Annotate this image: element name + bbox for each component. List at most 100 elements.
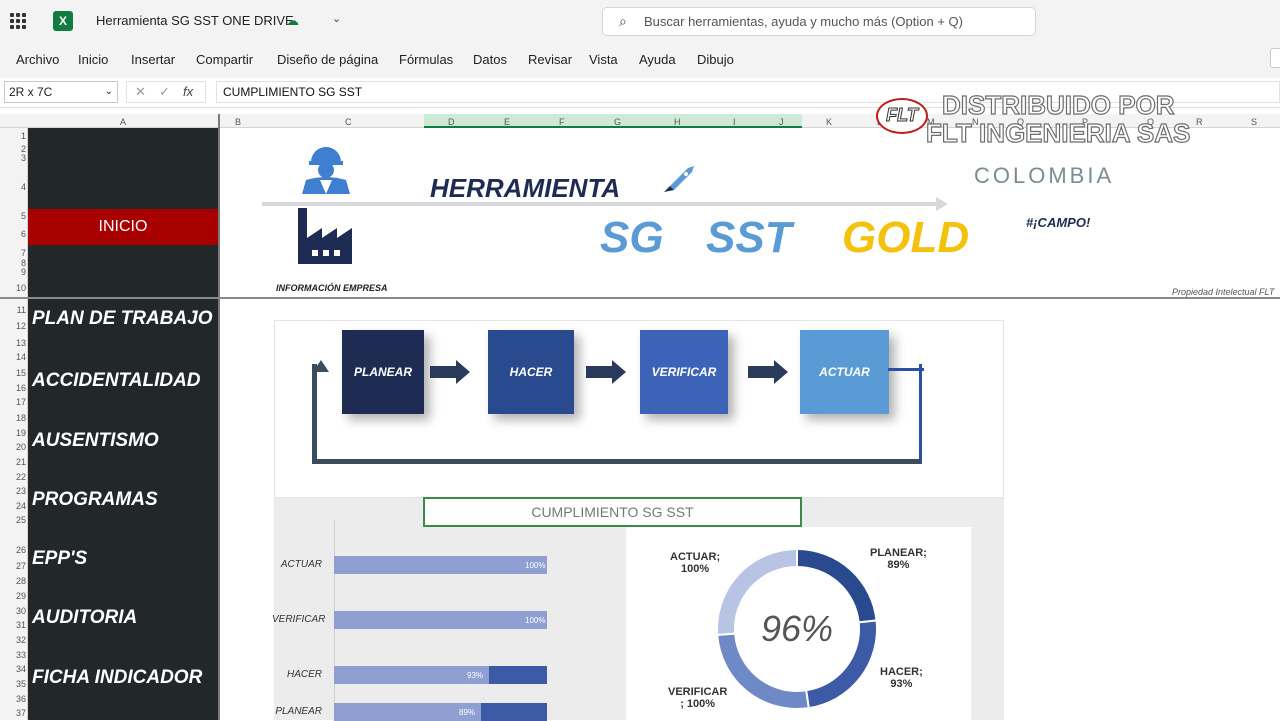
row-header-cell[interactable]: 1 [0,131,26,141]
bar-mark[interactable] [334,611,547,629]
factory-icon[interactable] [296,208,354,266]
menu-insertar[interactable]: Insertar [131,52,175,67]
column-header-cell[interactable]: F [559,117,565,127]
sidebar-item-accidentalidad[interactable]: ACCIDENTALIDAD [32,370,201,392]
rocket-icon [664,166,694,192]
row-header-cell[interactable]: 12 [0,321,26,331]
row-header-cell[interactable]: 27 [0,561,26,571]
column-header-cell[interactable]: K [826,117,832,127]
row-header-cell[interactable]: 34 [0,664,26,674]
sidebar-item-plan-de-trabajo[interactable]: PLAN DE TRABAJO [32,308,213,330]
row-header-cell[interactable]: 24 [0,501,26,511]
worker-icon[interactable] [298,140,354,194]
search-input[interactable]: ⌕ Buscar herramientas, ayuda y mucho más… [602,7,1036,36]
row-header-cell[interactable]: 29 [0,591,26,601]
campo-tag: #¡CAMPO! [1026,215,1091,230]
column-header-cell[interactable]: S [1251,117,1257,127]
row-header-cell[interactable]: 21 [0,457,26,467]
watermark-line1: DISTRIBUIDO POR [941,89,1175,120]
pdca-planear[interactable]: PLANEAR [342,330,424,414]
informacion-empresa-link[interactable]: INFORMACIÓN EMPRESA [276,283,388,293]
menu-datos[interactable]: Datos [473,52,507,67]
column-selection-highlight [424,114,802,128]
row-header-cell[interactable]: 17 [0,397,26,407]
row-header-cell[interactable]: 25 [0,515,26,525]
bar-mark[interactable] [334,556,547,574]
column-header-cell[interactable]: J [779,117,784,127]
chevron-down-icon[interactable]: ⌄ [105,82,113,102]
column-header-cell[interactable]: H [674,117,681,127]
banner-arrow [262,202,940,206]
menu-ayuda[interactable]: Ayuda [639,52,676,67]
column-header-cell[interactable]: C [345,117,352,127]
row-header-cell[interactable]: 6 [0,229,26,239]
row-header-cell[interactable]: 3 [0,153,26,163]
row-header-cell[interactable]: 35 [0,679,26,689]
ribbon-toggle-button[interactable] [1270,48,1280,68]
bar-mark[interactable] [334,666,489,684]
row-header-cell[interactable]: 4 [0,182,26,192]
row-header-cell[interactable]: 19 [0,428,26,438]
menu-archivo[interactable]: Archivo [16,52,59,67]
sidebar-item-auditoria[interactable]: AUDITORIA [32,607,137,629]
pdca-hacer[interactable]: HACER [488,330,574,414]
menu-dibujo[interactable]: Dibujo [697,52,734,67]
row-header-cell[interactable]: 13 [0,338,26,348]
row-header-cell[interactable]: 11 [0,305,26,315]
column-header-cell[interactable]: R [1196,117,1203,127]
donut-center-label: 96% [761,608,833,649]
row-header-cell[interactable]: 32 [0,635,26,645]
cancel-icon[interactable]: ✕ [135,82,146,102]
column-header-cell[interactable]: D [448,117,455,127]
chevron-down-icon[interactable]: ⌄ [332,12,341,25]
row-header-cell[interactable]: 37 [0,708,26,718]
row-header-cell[interactable]: 36 [0,694,26,704]
menu-inicio[interactable]: Inicio [78,52,108,67]
row-header-cell[interactable]: 18 [0,413,26,423]
row-header-cell[interactable]: 10 [0,283,26,293]
fx-icon[interactable]: fx [183,82,193,102]
row-header-cell[interactable]: 28 [0,576,26,586]
donut-chart: 96% [716,548,878,710]
inicio-button[interactable]: INICIO [28,209,218,245]
cloud-sync-icon[interactable]: ☁ [286,13,299,29]
column-header-cell[interactable]: G [614,117,621,127]
menu-vista[interactable]: Vista [589,52,618,67]
cumplimiento-title[interactable]: CUMPLIMIENTO SG SST [423,497,802,527]
row-header-cell[interactable]: 30 [0,606,26,616]
row-header-cell[interactable]: 20 [0,442,26,452]
column-header-cell[interactable]: B [235,117,241,127]
pdca-verificar[interactable]: VERIFICAR [640,330,728,414]
excel-logo-icon: X [53,11,73,31]
menu-compartir[interactable]: Compartir [196,52,253,67]
sidebar-item-programas[interactable]: PROGRAMAS [32,489,158,511]
row-header-cell[interactable]: 14 [0,352,26,362]
column-header-cell[interactable]: A [120,117,126,127]
column-header-cell[interactable]: I [733,117,736,127]
sidebar-item-epps[interactable]: EPP'S [32,548,87,570]
menu-revisar[interactable]: Revisar [528,52,572,67]
banner-arrow-head [936,197,948,211]
donut-data-label: ACTUAR; 100% [670,551,721,575]
row-header-cell[interactable]: 16 [0,383,26,393]
row-header-cell[interactable]: 15 [0,368,26,378]
menu-diseno[interactable]: Diseño de página [277,52,378,67]
bar-category-label: HACER [286,669,322,680]
column-header-cell[interactable]: E [504,117,510,127]
name-box[interactable]: 2R x 7C ⌄ [4,81,118,103]
menu-formulas[interactable]: Fórmulas [399,52,453,67]
row-header-cell[interactable]: 7 [0,248,26,258]
waffle-icon[interactable] [10,13,26,29]
row-header-cell[interactable]: 5 [0,211,26,221]
row-header-cell[interactable]: 31 [0,620,26,630]
document-title[interactable]: Herramienta SG SST ONE DRIVE [96,13,294,28]
row-header-cell[interactable]: 22 [0,472,26,482]
pdca-actuar[interactable]: ACTUAR [800,330,889,414]
sidebar-item-ausentismo[interactable]: AUSENTISMO [32,430,159,452]
row-header-cell[interactable]: 9 [0,267,26,277]
confirm-icon[interactable]: ✓ [159,82,170,102]
row-header-cell[interactable]: 33 [0,650,26,660]
sidebar-item-ficha-indicador[interactable]: FICHA INDICADOR [32,667,202,689]
row-header-cell[interactable]: 26 [0,545,26,555]
row-header-cell[interactable]: 23 [0,486,26,496]
